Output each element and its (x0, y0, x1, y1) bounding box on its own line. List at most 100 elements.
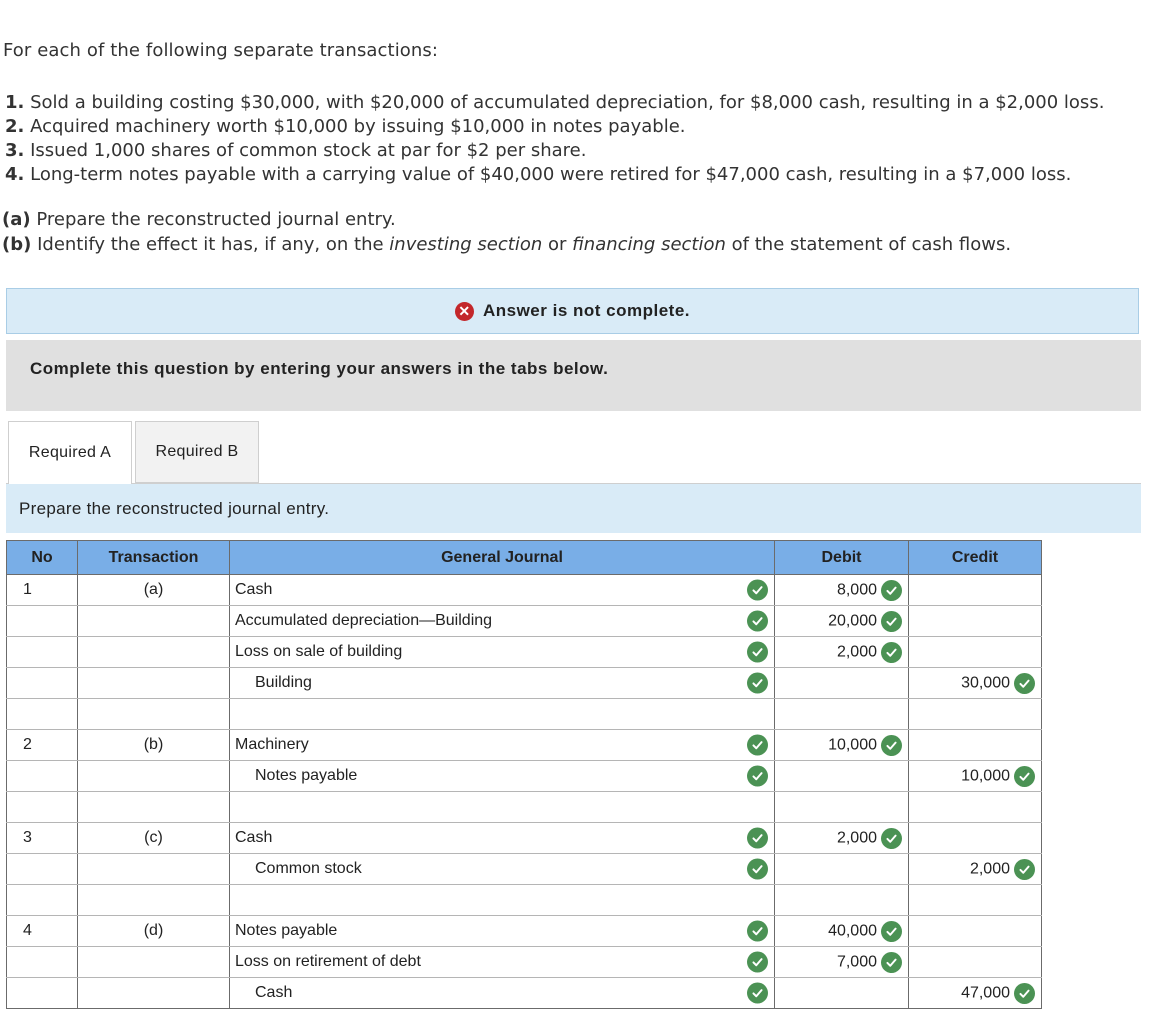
transaction-item: 2. Acquired machinery worth $10,000 by i… (5, 115, 1104, 139)
debit-input[interactable]: 40,000 (774, 915, 909, 947)
debit-input[interactable] (774, 791, 909, 823)
account-select[interactable]: Cash (229, 574, 775, 606)
debit-input[interactable] (774, 853, 909, 885)
cell-no: 2 (6, 729, 78, 761)
checkmark-icon (747, 641, 768, 663)
checkmark-icon (747, 858, 768, 880)
debit-input[interactable]: 7,000 (774, 946, 909, 978)
checkmark-icon (747, 672, 768, 694)
cell-no (6, 853, 78, 885)
table-row: 1 (a) Cash 8,000 (6, 574, 1042, 606)
cell-no (6, 636, 78, 668)
table-row (6, 698, 1042, 730)
debit-input[interactable] (774, 760, 909, 792)
account-select[interactable]: Cash (229, 822, 775, 854)
account-select[interactable]: Building (229, 667, 775, 699)
account-select[interactable]: Notes payable (229, 760, 775, 792)
account-name: Notes payable (255, 767, 358, 784)
account-name: Cash (235, 581, 273, 598)
credit-input[interactable] (908, 791, 1042, 823)
table-row: 4 (d) Notes payable 40,000 (6, 915, 1042, 947)
part-b-financing: financing section (572, 233, 726, 255)
credit-input[interactable] (908, 698, 1042, 730)
checkmark-icon (747, 920, 768, 942)
credit-input[interactable] (908, 729, 1042, 761)
cell-transaction: (b) (77, 729, 230, 761)
account-select[interactable] (229, 698, 775, 730)
status-banner: ✕ Answer is not complete. (6, 288, 1139, 334)
debit-value: 2,000 (836, 643, 877, 660)
account-select[interactable]: Notes payable (229, 915, 775, 947)
debit-input[interactable] (774, 884, 909, 916)
transaction-number: 3. (5, 140, 25, 161)
transaction-number: 4. (5, 164, 25, 185)
credit-input[interactable] (908, 822, 1042, 854)
credit-input[interactable]: 47,000 (908, 977, 1042, 1009)
part-a-label: (a) (2, 209, 31, 230)
credit-input[interactable]: 2,000 (908, 853, 1042, 885)
account-name: Notes payable (235, 922, 338, 939)
debit-value: 10,000 (828, 736, 877, 753)
credit-input[interactable] (908, 884, 1042, 916)
account-select[interactable]: Accumulated depreciation—Building (229, 605, 775, 637)
checkmark-icon (747, 982, 768, 1004)
cell-transaction (77, 667, 230, 699)
tab-prompt: Prepare the reconstructed journal entry. (6, 484, 1141, 533)
table-row: Cash 47,000 (6, 977, 1042, 1009)
credit-input[interactable] (908, 915, 1042, 947)
transaction-item: 1. Sold a building costing $30,000, with… (5, 91, 1104, 115)
debit-input[interactable]: 8,000 (774, 574, 909, 606)
general-journal-table: No Transaction General Journal Debit Cre… (6, 540, 1042, 1009)
credit-input[interactable] (908, 636, 1042, 668)
debit-input[interactable]: 2,000 (774, 636, 909, 668)
account-select[interactable]: Common stock (229, 853, 775, 885)
cell-transaction (77, 605, 230, 637)
account-name: Accumulated depreciation—Building (235, 612, 493, 629)
account-select[interactable]: Loss on sale of building (229, 636, 775, 668)
transaction-text: Long-term notes payable with a carrying … (30, 164, 1072, 185)
cell-transaction: (d) (77, 915, 230, 947)
cell-no (6, 760, 78, 792)
checkmark-icon (881, 610, 902, 632)
account-select[interactable] (229, 791, 775, 823)
transaction-number: 1. (5, 92, 25, 113)
account-select[interactable]: Machinery (229, 729, 775, 761)
account-name: Loss on sale of building (235, 643, 403, 660)
account-select[interactable] (229, 884, 775, 916)
checkmark-icon (881, 641, 902, 663)
header-general-journal: General Journal (229, 540, 775, 575)
credit-value: 47,000 (961, 984, 1010, 1001)
credit-input[interactable] (908, 605, 1042, 637)
account-name: Cash (255, 984, 293, 1001)
table-row: Common stock 2,000 (6, 853, 1042, 885)
debit-input[interactable] (774, 698, 909, 730)
debit-input[interactable]: 2,000 (774, 822, 909, 854)
account-select[interactable]: Cash (229, 977, 775, 1009)
page: For each of the following separate trans… (0, 0, 1158, 1018)
credit-input[interactable]: 10,000 (908, 760, 1042, 792)
account-select[interactable]: Loss on retirement of debt (229, 946, 775, 978)
debit-input[interactable] (774, 977, 909, 1009)
transaction-item: 3. Issued 1,000 shares of common stock a… (5, 139, 1104, 163)
checkmark-icon (881, 951, 902, 973)
part-b-post: of the statement of cash flows. (731, 233, 1012, 255)
credit-input[interactable] (908, 574, 1042, 606)
debit-input[interactable] (774, 667, 909, 699)
tab-required-b[interactable]: Required B (135, 421, 259, 483)
checkmark-icon (1014, 982, 1035, 1004)
debit-input[interactable]: 10,000 (774, 729, 909, 761)
checkmark-icon (747, 579, 768, 601)
credit-input[interactable]: 30,000 (908, 667, 1042, 699)
credit-value: 2,000 (969, 860, 1010, 877)
checkmark-icon (881, 827, 902, 849)
instruction-panel: Complete this question by entering your … (6, 340, 1141, 411)
tab-required-a[interactable]: Required A (8, 421, 132, 484)
account-name: Common stock (255, 860, 362, 877)
credit-input[interactable] (908, 946, 1042, 978)
transaction-list: 1. Sold a building costing $30,000, with… (5, 91, 1104, 187)
header-debit: Debit (774, 540, 909, 575)
checkmark-icon (1014, 858, 1035, 880)
instruction-text: Complete this question by entering your … (30, 359, 609, 378)
debit-input[interactable]: 20,000 (774, 605, 909, 637)
account-name: Machinery (235, 736, 309, 753)
